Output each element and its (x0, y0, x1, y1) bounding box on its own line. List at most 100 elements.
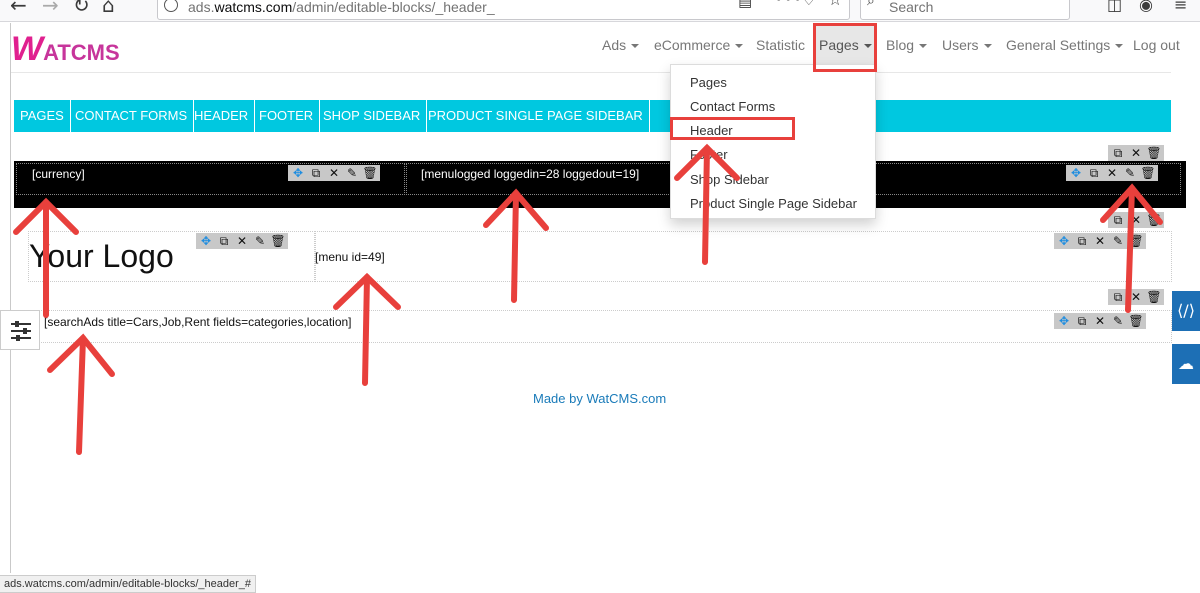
caret-down-icon (919, 44, 928, 49)
move-icon[interactable]: ✥ (1056, 314, 1072, 328)
trash-icon[interactable]: 🗑 (1128, 314, 1144, 328)
browser-toolbar: ← → ↻ ⌂ ads.watcms.com/admin/editable-bl… (0, 0, 1200, 22)
cloud-upload-icon: ☁ (1178, 354, 1194, 373)
clone-icon[interactable]: ⧉ (1086, 166, 1102, 180)
annotation-arrows (13, 143, 1163, 455)
tab-contact-forms[interactable]: CONTACT FORMS (69, 100, 195, 132)
tools-icon[interactable]: ✕ (1128, 290, 1144, 304)
block-toolbar: ✥ ⧉ ✕ ✎ 🗑 (1066, 165, 1158, 181)
pencil-icon[interactable]: ✎ (252, 234, 268, 248)
nav-blog[interactable]: Blog (886, 37, 928, 53)
tools-icon[interactable]: ✕ (1104, 166, 1120, 180)
code-view-button[interactable]: ⟨/⟩ (1172, 291, 1200, 331)
tab-pages[interactable]: PAGES (14, 100, 71, 132)
nav-ads[interactable]: Ads (602, 37, 640, 53)
clone-icon[interactable]: ⧉ (1110, 213, 1126, 227)
made-by-link[interactable]: Made by WatCMS.com (533, 391, 666, 406)
tools-icon[interactable]: ✕ (1092, 314, 1108, 328)
nav-general-settings[interactable]: General Settings (1006, 37, 1124, 53)
row-toolbar: ⧉ ✕ 🗑 (1108, 145, 1164, 161)
caret-down-icon (983, 44, 992, 49)
clone-icon[interactable]: ⧉ (1110, 290, 1126, 304)
clone-icon[interactable]: ⧉ (1074, 234, 1090, 248)
tools-icon[interactable]: ✕ (1128, 146, 1144, 160)
menulogged-shortcode: [menulogged loggedin=28 loggedout=19] (421, 167, 640, 181)
sliders-panel-toggle[interactable] (0, 310, 40, 350)
pencil-icon[interactable]: ✎ (1110, 234, 1126, 248)
watcms-logo[interactable]: WATCMS (11, 30, 120, 69)
dropdown-item-contact-forms[interactable]: Contact Forms (690, 99, 775, 114)
reader-mode-icon[interactable]: ▤ (738, 0, 752, 10)
page-actions-icon[interactable]: ••• (774, 0, 802, 8)
status-bar-url: ads.watcms.com/admin/editable-blocks/_he… (0, 575, 257, 593)
url-text: ads.watcms.com/admin/editable-blocks/_he… (188, 0, 495, 15)
url-bar[interactable]: ads.watcms.com/admin/editable-blocks/_he… (157, 0, 850, 20)
sliders-icon (11, 321, 31, 341)
dropdown-item-pages[interactable]: Pages (690, 75, 727, 90)
dropdown-item-footer[interactable]: Footer (690, 147, 728, 162)
trash-icon[interactable]: 🗑 (362, 166, 378, 180)
code-icon: ⟨/⟩ (1177, 301, 1195, 320)
tools-icon[interactable]: ✕ (326, 166, 342, 180)
move-icon[interactable]: ✥ (290, 166, 306, 180)
nav-statistic[interactable]: Statistic (756, 37, 805, 53)
nav-logout[interactable]: Log out (1133, 37, 1180, 53)
info-icon[interactable] (164, 0, 178, 12)
block-toolbar: ✥ ⧉ ✕ ✎ 🗑 (196, 233, 288, 249)
reload-icon[interactable]: ↻ (73, 0, 90, 17)
tab-header[interactable]: HEADER (188, 100, 256, 132)
clone-icon[interactable]: ⧉ (308, 166, 324, 180)
caret-down-icon (631, 44, 640, 49)
move-icon[interactable]: ✥ (198, 234, 214, 248)
clone-icon[interactable]: ⧉ (1074, 314, 1090, 328)
pencil-icon[interactable]: ✎ (1110, 314, 1126, 328)
browser-search-placeholder: Search (889, 0, 934, 15)
search-icon: ⌕ (867, 0, 875, 9)
trash-icon[interactable]: 🗑 (1146, 146, 1162, 160)
navbar-divider (11, 72, 1171, 73)
tab-footer[interactable]: FOOTER (253, 100, 321, 132)
tools-icon[interactable]: ✕ (234, 234, 250, 248)
search-ads-shortcode: [searchAds title=Cars,Job,Rent fields=ca… (44, 315, 352, 329)
pocket-icon[interactable]: ♡ (802, 0, 815, 9)
account-icon[interactable]: ◉ (1139, 0, 1153, 14)
trash-icon[interactable]: 🗑 (1146, 290, 1162, 304)
forward-icon[interactable]: → (42, 0, 59, 17)
block-toolbar: ✥ ⧉ ✕ ✎ 🗑 (288, 165, 380, 181)
sidebar-toggle-icon[interactable]: ◫ (1107, 0, 1122, 14)
bookmark-star-icon[interactable]: ☆ (828, 0, 842, 9)
clone-icon[interactable]: ⧉ (216, 234, 232, 248)
upload-button[interactable]: ☁ (1172, 344, 1200, 384)
menu-icon[interactable]: ≡ (1174, 0, 1187, 14)
caret-down-icon (1115, 44, 1124, 49)
menu-block[interactable] (315, 231, 1172, 282)
page-left-border (10, 23, 11, 573)
trash-icon[interactable]: 🗑 (1146, 213, 1162, 227)
tab-shop-sidebar[interactable]: SHOP SIDEBAR (317, 100, 428, 132)
move-icon[interactable]: ✥ (1068, 166, 1084, 180)
block-toolbar: ✥ ⧉ ✕ ✎ 🗑 (1054, 233, 1146, 249)
caret-down-icon (735, 44, 744, 49)
nav-users[interactable]: Users (942, 37, 992, 53)
move-icon[interactable]: ✥ (1056, 234, 1072, 248)
your-logo-text: Your Logo (29, 238, 174, 274)
nav-ecommerce[interactable]: eCommerce (654, 37, 744, 53)
pencil-icon[interactable]: ✎ (344, 166, 360, 180)
tools-icon[interactable]: ✕ (1092, 234, 1108, 248)
tools-icon[interactable]: ✕ (1128, 213, 1144, 227)
currency-shortcode: [currency] (32, 167, 85, 181)
row-toolbar: ⧉ ✕ 🗑 (1108, 212, 1164, 228)
pencil-icon[interactable]: ✎ (1122, 166, 1138, 180)
trash-icon[interactable]: 🗑 (270, 234, 286, 248)
back-icon[interactable]: ← (10, 0, 27, 17)
pages-highlight-box (813, 23, 877, 72)
browser-search-box[interactable]: ⌕ Search (860, 0, 1070, 20)
trash-icon[interactable]: 🗑 (1128, 234, 1144, 248)
header-highlight-box (670, 117, 795, 140)
home-icon[interactable]: ⌂ (102, 0, 115, 17)
dropdown-item-product-single-page-sidebar[interactable]: Product Single Page Sidebar (690, 196, 857, 211)
dropdown-item-shop-sidebar[interactable]: Shop Sidebar (690, 172, 769, 187)
trash-icon[interactable]: 🗑 (1140, 166, 1156, 180)
tab-product-single-page-sidebar[interactable]: PRODUCT SINGLE PAGE SIDEBAR (422, 100, 650, 132)
clone-icon[interactable]: ⧉ (1110, 146, 1126, 160)
